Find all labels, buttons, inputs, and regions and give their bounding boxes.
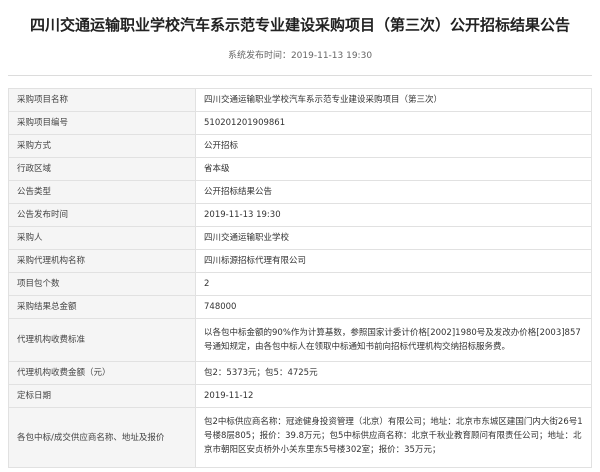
row-value-winners: 包2中标供应商名称：冠途健身投资管理（北京）有限公司；地址：北京市东城区建国门内… — [195, 407, 592, 468]
table-row: 项目包个数 2 — [8, 272, 592, 296]
row-label-publish-time: 公告发布时间 — [8, 203, 196, 227]
table-row: 采购方式 公开招标 — [8, 134, 592, 158]
row-label-award-date: 定标日期 — [8, 384, 196, 408]
row-label-fee-amount: 代理机构收费金额（元） — [8, 361, 196, 385]
row-label-total-amount: 采购结果总金额 — [8, 295, 196, 319]
row-label-agency: 采购代理机构名称 — [8, 249, 196, 273]
row-value-fee-amount: 包2：5373元；包5：4725元 — [195, 361, 592, 385]
title-divider — [8, 75, 592, 76]
row-value-agency: 四川标源招标代理有限公司 — [195, 249, 592, 273]
table-row: 公告发布时间 2019-11-13 19:30 — [8, 203, 592, 227]
page-title: 四川交通运输职业学校汽车系示范专业建设采购项目（第三次）公开招标结果公告 — [29, 16, 570, 34]
row-value-procurement-method: 公开招标 — [195, 134, 592, 158]
row-value-total-amount: 748000 — [195, 295, 592, 319]
row-value-project-name: 四川交通运输职业学校汽车系示范专业建设采购项目（第三次） — [195, 88, 592, 112]
row-label-project-number: 采购项目编号 — [8, 111, 196, 135]
row-value-award-date: 2019-11-12 — [195, 384, 592, 408]
row-label-region: 行政区域 — [8, 157, 196, 181]
row-value-fee-standard: 以各包中标金额的90%作为计算基数，参照国家计委计价格[2002]1980号及发… — [195, 318, 592, 362]
table-row: 代理机构收费标准 以各包中标金额的90%作为计算基数，参照国家计委计价格[200… — [8, 318, 592, 362]
publish-time: 系统发布时间：2019-11-13 19:30 — [227, 51, 373, 61]
table-row: 采购项目名称 四川交通运输职业学校汽车系示范专业建设采购项目（第三次） — [8, 88, 592, 112]
table-row: 采购代理机构名称 四川标源招标代理有限公司 — [8, 249, 592, 273]
row-label-project-name: 采购项目名称 — [8, 88, 196, 112]
announcement-table: 采购项目名称 四川交通运输职业学校汽车系示范专业建设采购项目（第三次） 采购项目… — [8, 88, 592, 468]
row-value-package-count: 2 — [195, 272, 592, 296]
table-row: 行政区域 省本级 — [8, 157, 592, 181]
row-label-package-count: 项目包个数 — [8, 272, 196, 296]
row-value-publish-time: 2019-11-13 19:30 — [195, 203, 592, 227]
table-row: 采购项目编号 510201201909861 — [8, 111, 592, 135]
row-value-notice-type: 公开招标结果公告 — [195, 180, 592, 204]
table-row: 采购人 四川交通运输职业学校 — [8, 226, 592, 250]
table-row: 定标日期 2019-11-12 — [8, 384, 592, 408]
row-value-purchaser: 四川交通运输职业学校 — [195, 226, 592, 250]
table-row: 代理机构收费金额（元） 包2：5373元；包5：4725元 — [8, 361, 592, 385]
row-value-region: 省本级 — [195, 157, 592, 181]
table-row: 各包中标/成交供应商名称、地址及报价 包2中标供应商名称：冠途健身投资管理（北京… — [8, 407, 592, 468]
row-label-notice-type: 公告类型 — [8, 180, 196, 204]
row-value-project-number: 510201201909861 — [195, 111, 592, 135]
table-row: 公告类型 公开招标结果公告 — [8, 180, 592, 204]
row-label-procurement-method: 采购方式 — [8, 134, 196, 158]
row-label-purchaser: 采购人 — [8, 226, 196, 250]
row-label-winners: 各包中标/成交供应商名称、地址及报价 — [8, 407, 196, 468]
table-row: 采购结果总金额 748000 — [8, 295, 592, 319]
row-label-fee-standard: 代理机构收费标准 — [8, 318, 196, 362]
